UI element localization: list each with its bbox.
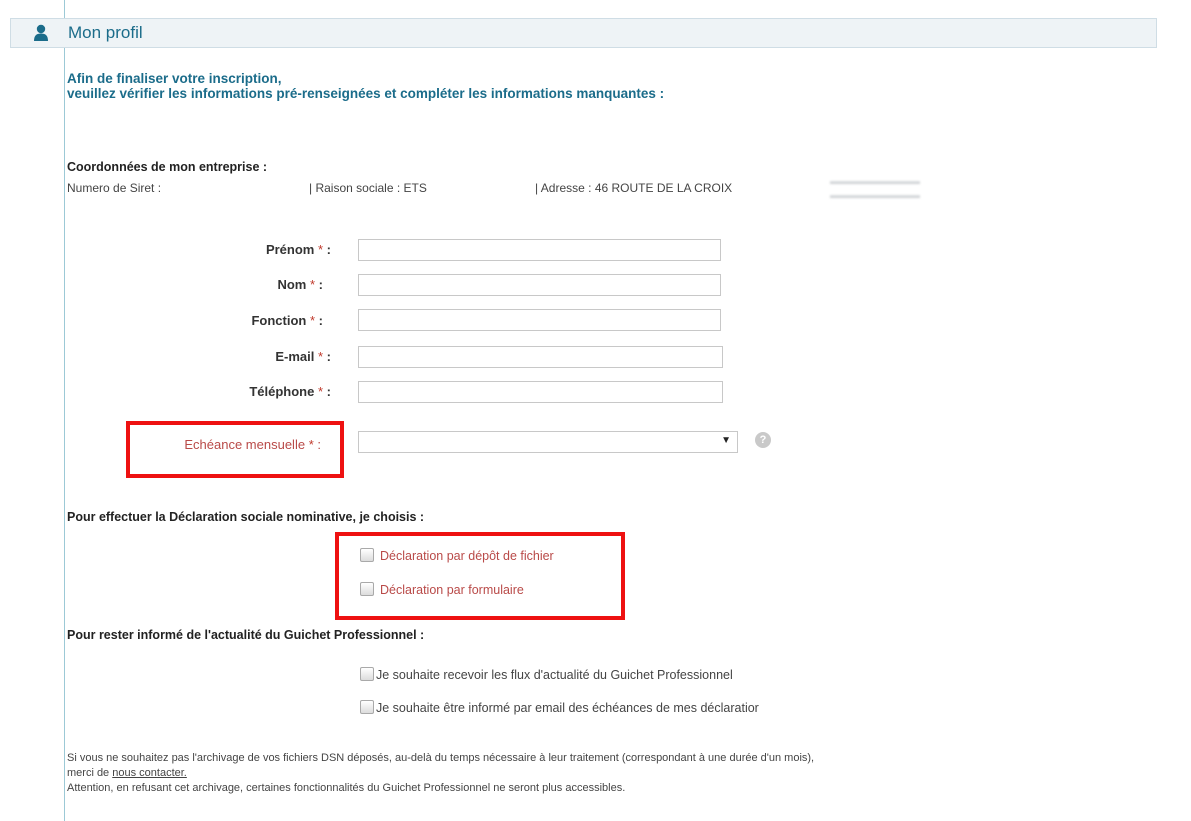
dropdown-arrow-icon: ▼ xyxy=(721,435,731,446)
checkbox-email-echeances[interactable] xyxy=(360,700,374,714)
intro-line-2: veuillez vérifier les informations pré-r… xyxy=(67,86,665,101)
label-fonction: Fonction * : xyxy=(251,313,323,328)
option-email-echeances-label: Je souhaite être informé par email des é… xyxy=(376,701,759,715)
raison-sociale-text: | Raison sociale : ETS xyxy=(309,181,427,195)
siret-label: Numero de Siret : xyxy=(67,181,162,195)
intro-line-1: Afin de finaliser votre inscription, xyxy=(67,71,282,86)
highlight-box-echeance xyxy=(126,421,344,478)
company-section-title: Coordonnées de mon entreprise : xyxy=(67,160,268,174)
user-icon xyxy=(33,24,49,42)
intro-text: Afin de finaliser votre inscription, veu… xyxy=(67,71,664,101)
archive-notice-line-1: Si vous ne souhaitez pas l'archivage de … xyxy=(67,752,815,764)
option-flux-actualite[interactable]: Je souhaite recevoir les flux d'actualit… xyxy=(360,667,733,682)
label-prenom: Prénom * : xyxy=(265,242,331,257)
archive-notice-line-3: Attention, en refusant cet archivage, ce… xyxy=(67,782,626,794)
help-icon[interactable]: ? xyxy=(755,432,771,448)
echeance-mensuelle-select[interactable]: ▼ xyxy=(358,431,738,453)
highlight-box-dsn-options xyxy=(335,532,625,620)
redacted-address-line-1: ▬▬▬▬▬▬▬▬▬▬ xyxy=(830,176,920,186)
prenom-input[interactable] xyxy=(358,239,721,261)
label-nom: Nom * : xyxy=(277,277,323,292)
left-guide-line xyxy=(64,0,65,821)
checkbox-flux-actualite[interactable] xyxy=(360,667,374,681)
dsn-section-title: Pour effectuer la Déclaration sociale no… xyxy=(67,510,425,524)
label-email: E-mail * : xyxy=(275,349,331,364)
section-header: Mon profil xyxy=(10,18,1157,48)
news-section-title: Pour rester informé de l'actualité du Gu… xyxy=(67,628,425,642)
telephone-input[interactable] xyxy=(358,381,723,403)
redacted-address-line-2: ▬▬▬▬▬▬▬▬▬▬ xyxy=(830,190,920,200)
page-title: Mon profil xyxy=(68,23,143,42)
option-email-echeances[interactable]: Je souhaite être informé par email des é… xyxy=(360,700,759,715)
adresse-text: | Adresse : 46 ROUTE DE LA CROIX xyxy=(535,181,733,195)
email-input[interactable] xyxy=(358,346,723,368)
contact-link[interactable]: nous contacter. xyxy=(112,767,187,779)
fonction-input[interactable] xyxy=(358,309,721,331)
option-flux-actualite-label: Je souhaite recevoir les flux d'actualit… xyxy=(376,668,733,682)
label-telephone: Téléphone * : xyxy=(249,384,331,399)
nom-input[interactable] xyxy=(358,274,721,296)
archive-notice: Si vous ne souhaitez pas l'archivage de … xyxy=(67,751,814,796)
archive-notice-line-2: merci de nous contacter. xyxy=(67,767,187,779)
